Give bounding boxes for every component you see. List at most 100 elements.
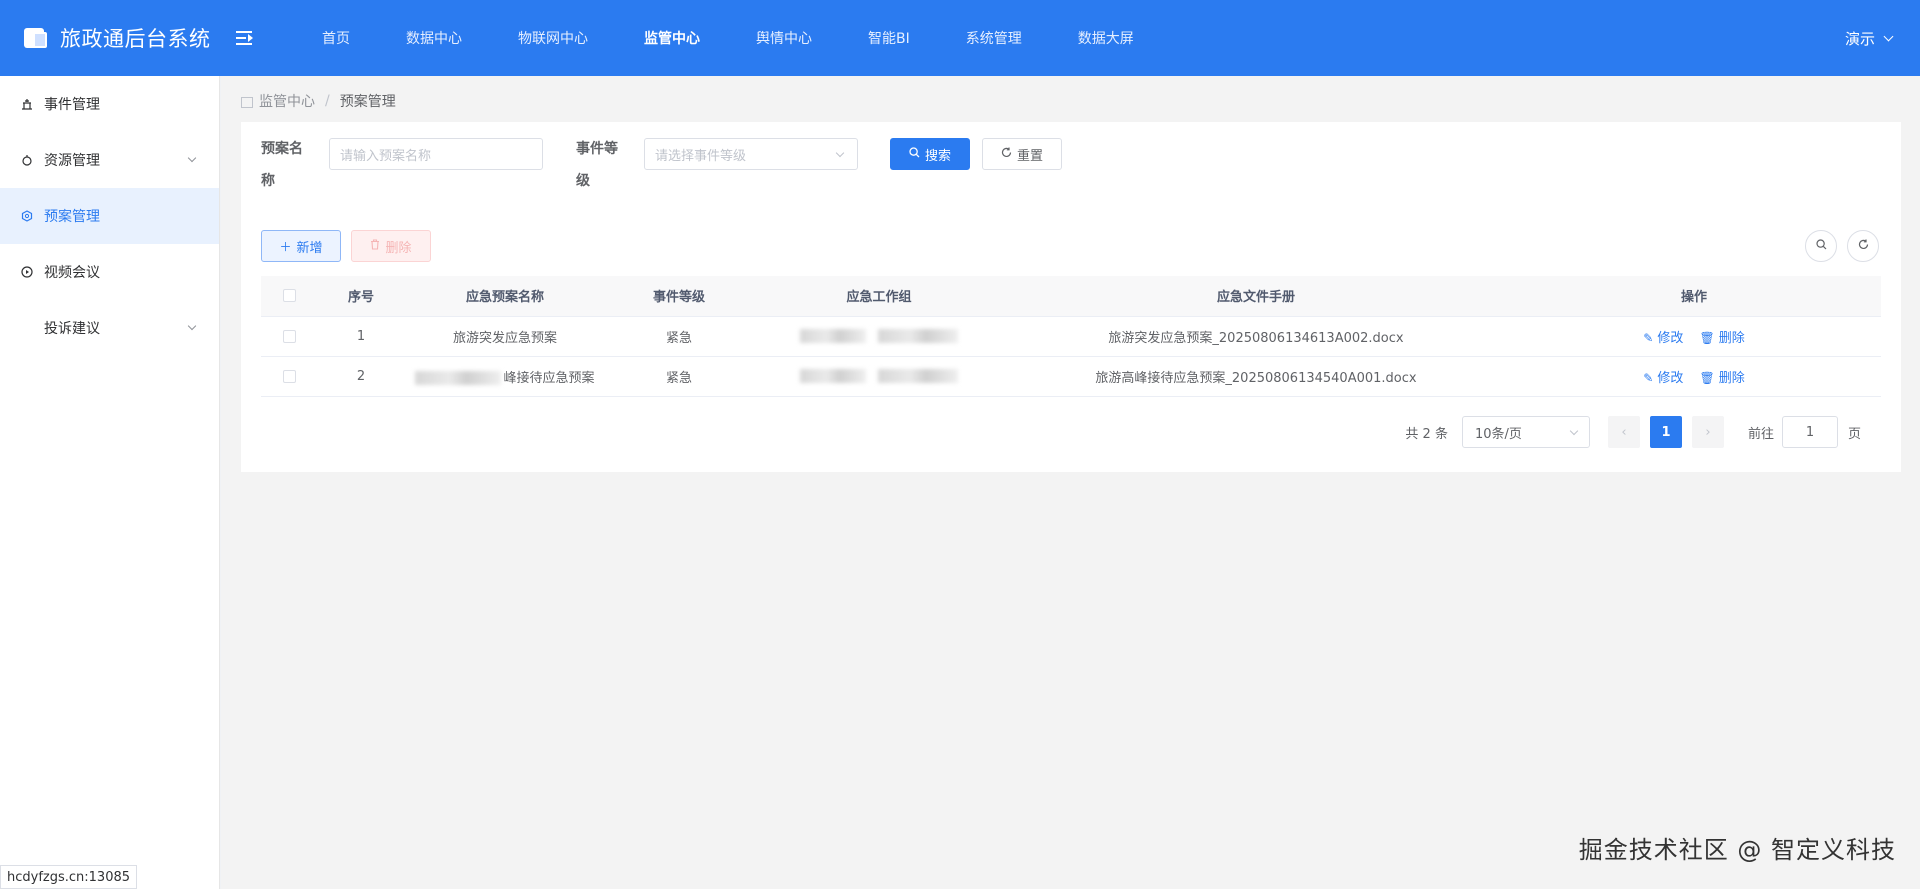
toggle-search-button[interactable] [1805, 230, 1837, 262]
video-icon [20, 265, 34, 279]
row-actions: ✎ 修改 🗑 删除 [1507, 356, 1881, 397]
event-icon [20, 97, 34, 111]
menu-toggle-icon[interactable] [236, 31, 254, 45]
nav-data-center[interactable]: 数据中心 [378, 0, 490, 76]
main-content: 监管中心 / 预案管理 预案名 称 请输入预案名称 事件等 级 请选择事件等级 … [221, 76, 1920, 889]
sidebar-item-plan-management[interactable]: 预案管理 [0, 188, 219, 244]
redacted-text [799, 369, 866, 383]
page-number-button[interactable]: 1 [1649, 416, 1682, 448]
pagination: 共 2 条 10条/页 ‹ 1 › 前往 1 页 [1405, 416, 1861, 448]
row-work-group [753, 356, 1005, 397]
sidebar-item-label: 视频会议 [44, 265, 100, 281]
nav-smart-bi[interactable]: 智能BI [840, 0, 938, 76]
delete-button[interactable]: 🗑 删除 [1699, 331, 1744, 346]
add-button[interactable]: ＋ 新增 [261, 230, 341, 262]
sidebar: 事件管理 资源管理 预案管理 视频会议 投诉建议 [0, 76, 220, 889]
sidebar-item-label: 预案管理 [44, 209, 100, 225]
edit-button[interactable]: ✎ 修改 [1643, 371, 1683, 386]
event-level-select[interactable]: 请选择事件等级 [644, 138, 858, 170]
delete-button[interactable]: 🗑 删除 [1699, 371, 1744, 386]
nav-home[interactable]: 首页 [294, 0, 378, 76]
user-menu[interactable]: 演示 [1844, 0, 1894, 76]
sidebar-item-complaints[interactable]: 投诉建议 [0, 300, 219, 356]
chevron-down-icon [835, 148, 845, 158]
row-plan-name: 旅游突发应急预案 [405, 316, 605, 357]
plan-name-label: 预案名 称 [261, 141, 303, 189]
trash-icon: 🗑 [1699, 330, 1715, 345]
select-all-checkbox[interactable] [282, 289, 296, 303]
column-header: 序号 [317, 276, 405, 317]
plan-icon [20, 209, 34, 223]
refresh-table-button[interactable] [1847, 230, 1879, 262]
next-page-button[interactable]: › [1691, 416, 1724, 448]
logo-icon [24, 26, 52, 50]
plan-table: 序号 应急预案名称 事件等级 应急工作组 应急文件手册 操作 1 旅游突发应急预… [261, 276, 1881, 397]
trash-icon [370, 239, 380, 253]
column-header: 应急工作组 [753, 276, 1005, 317]
event-level-label: 事件等 级 [576, 141, 618, 189]
chevron-down-icon [1883, 31, 1894, 41]
edit-icon: ✎ [1643, 330, 1654, 345]
sidebar-item-resource-management[interactable]: 资源管理 [0, 132, 219, 188]
column-header: 操作 [1507, 276, 1881, 317]
trash-icon: 🗑 [1699, 370, 1715, 385]
table-card: ＋ 新增 删除 序号 应急预案名称 事件等级 应急工作组 应急文件手册 操作 1… [241, 210, 1901, 472]
refresh-icon [1001, 147, 1012, 161]
status-url: hcdyfzgs.cn:13085 [0, 865, 138, 889]
goto-label: 前往 [1747, 426, 1774, 442]
sidebar-item-video-conference[interactable]: 视频会议 [0, 244, 219, 300]
chevron-down-icon [1569, 426, 1579, 436]
plus-icon: ＋ [279, 239, 292, 254]
table-row: 1 旅游突发应急预案 紧急 旅游突发应急预案_20250806134613A00… [261, 316, 1881, 357]
chevron-down-icon [187, 321, 197, 331]
nav-system-management[interactable]: 系统管理 [938, 0, 1050, 76]
watermark: 掘金技术社区 @ 智定义科技 [1578, 836, 1896, 864]
home-icon [241, 96, 253, 108]
prev-page-button[interactable]: ‹ [1607, 416, 1640, 448]
edit-icon: ✎ [1643, 370, 1654, 385]
page-size-select[interactable]: 10条/页 [1461, 416, 1590, 448]
resource-icon [20, 153, 34, 167]
chevron-right-icon: › [1705, 424, 1711, 440]
row-checkbox[interactable] [282, 329, 296, 343]
top-navigation: 首页 数据中心 物联网中心 监管中心 舆情中心 智能BI 系统管理 数据大屏 [294, 0, 1162, 76]
breadcrumb-parent[interactable]: 监管中心 [259, 91, 315, 111]
nav-supervision-center[interactable]: 监管中心 [616, 0, 728, 76]
row-plan-name: 峰接待应急预案 [503, 370, 595, 386]
refresh-icon [1858, 239, 1869, 253]
row-file-link[interactable]: 旅游突发应急预案_20250806134613A002.docx [1005, 316, 1507, 357]
reset-button[interactable]: 重置 [982, 138, 1062, 170]
app-logo[interactable]: 旅政通后台系统 [0, 23, 230, 53]
sidebar-item-label: 事件管理 [44, 97, 100, 113]
app-title: 旅政通后台系统 [60, 27, 211, 51]
search-button[interactable]: 搜索 [890, 138, 970, 170]
row-checkbox[interactable] [282, 369, 296, 383]
table-header-row: 序号 应急预案名称 事件等级 应急工作组 应急文件手册 操作 [261, 276, 1881, 317]
redacted-text [799, 329, 866, 343]
total-count: 共 2 条 [1405, 426, 1448, 442]
breadcrumb-separator: / [325, 93, 330, 109]
redacted-text [878, 329, 959, 343]
nav-public-opinion-center[interactable]: 舆情中心 [728, 0, 840, 76]
edit-button[interactable]: ✎ 修改 [1643, 331, 1683, 346]
chevron-down-icon [187, 153, 197, 163]
row-index: 1 [317, 316, 405, 357]
row-actions: ✎ 修改 🗑 删除 [1507, 316, 1881, 357]
sidebar-item-event-management[interactable]: 事件管理 [0, 76, 219, 132]
plan-name-input[interactable]: 请输入预案名称 [329, 138, 543, 170]
nav-iot-center[interactable]: 物联网中心 [490, 0, 616, 76]
search-icon [1815, 239, 1827, 253]
goto-page-input[interactable]: 1 [1781, 416, 1838, 448]
breadcrumb: 监管中心 / 预案管理 [241, 91, 396, 111]
row-plan-name-cell: 峰接待应急预案 [405, 356, 605, 397]
user-name: 演示 [1844, 29, 1875, 48]
redacted-text [415, 371, 502, 385]
nav-data-screen[interactable]: 数据大屏 [1050, 0, 1162, 76]
column-header: 事件等级 [605, 276, 753, 317]
batch-delete-button[interactable]: 删除 [351, 230, 431, 262]
select-all-header [261, 276, 317, 317]
table-row: 2 峰接待应急预案 紧急 旅游高峰接待应急预案_20250806134540A0… [261, 356, 1881, 397]
chevron-left-icon: ‹ [1621, 424, 1627, 440]
row-file-link[interactable]: 旅游高峰接待应急预案_20250806134540A001.docx [1005, 356, 1507, 397]
row-event-level: 紧急 [605, 316, 753, 357]
